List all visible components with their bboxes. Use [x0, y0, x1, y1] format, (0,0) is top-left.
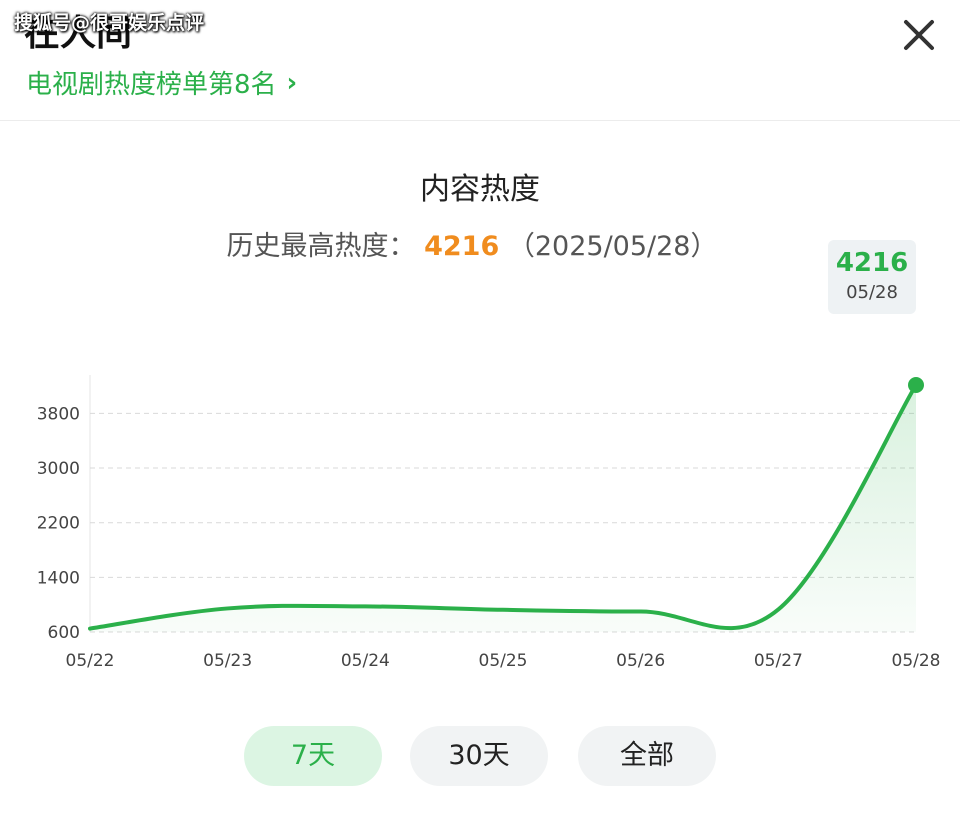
- close-button[interactable]: [898, 14, 940, 56]
- y-tick-label: 1400: [37, 568, 80, 588]
- header-divider: [0, 120, 960, 121]
- x-tick-label: 05/26: [616, 651, 665, 671]
- close-icon: [904, 20, 934, 50]
- y-tick-label: 3000: [37, 459, 80, 479]
- range-tab-30d[interactable]: 30天: [410, 726, 548, 786]
- range-tab-all[interactable]: 全部: [578, 726, 716, 786]
- rank-text: 电视剧热度榜单第8名: [26, 70, 277, 100]
- x-tick-label: 05/22: [66, 651, 115, 671]
- x-tick-label: 05/24: [341, 651, 390, 671]
- peak-date: （2025/05/28）: [507, 231, 718, 262]
- y-tick-label: 600: [48, 623, 80, 643]
- x-tick-label: 05/25: [479, 651, 528, 671]
- watermark: 搜狐号@很哥娱乐点评: [14, 12, 205, 34]
- range-tab-7d[interactable]: 7天: [244, 726, 382, 786]
- tooltip-date: 05/28: [846, 282, 898, 303]
- peak-summary: 历史最高热度： 4216 （2025/05/28）: [0, 224, 944, 263]
- chart-title: 内容热度: [420, 172, 540, 207]
- y-tick-label: 2200: [37, 514, 80, 534]
- x-tick-label: 05/27: [754, 651, 803, 671]
- chevron-right-icon: ›: [286, 67, 298, 98]
- peak-point: [908, 377, 924, 393]
- y-tick-label: 3800: [37, 404, 80, 424]
- rank-link[interactable]: 电视剧热度榜单第8名 ›: [26, 64, 297, 101]
- x-tick-label: 05/23: [203, 651, 252, 671]
- chart-tooltip: 4216 05/28: [828, 240, 916, 314]
- peak-value: 4216: [424, 231, 500, 262]
- peak-label: 历史最高热度：: [226, 231, 416, 262]
- tooltip-value: 4216: [835, 248, 909, 278]
- x-tick-label: 05/28: [892, 651, 941, 671]
- series-line: [88, 383, 918, 631]
- heat-chart: 600 1400 2200 3000 3800 05/22 05/23 05/24 05/25 0…: [37, 375, 941, 671]
